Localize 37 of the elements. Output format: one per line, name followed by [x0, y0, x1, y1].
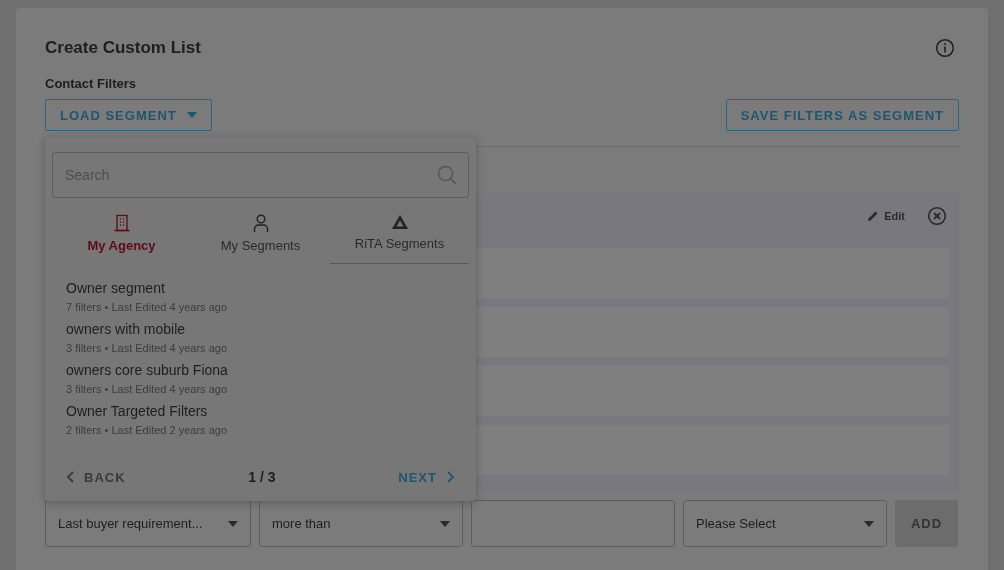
caret-icon — [228, 520, 238, 527]
segment-name: owners core suburb Fiona — [66, 362, 229, 378]
next-button[interactable]: NEXT — [398, 469, 455, 485]
pencil-icon — [867, 210, 880, 222]
caret-icon — [864, 520, 874, 527]
segment-item[interactable]: owners with mobile 3 filters • Last Edited 4 years ago — [66, 321, 455, 354]
unit-select[interactable]: Please Select — [683, 500, 887, 547]
building-icon — [112, 214, 131, 232]
load-segment-button[interactable]: LOAD SEGMENT — [45, 99, 212, 131]
segment-tab[interactable]: My Segments — [191, 214, 330, 264]
operator-select[interactable]: more than — [259, 500, 463, 547]
close-icon[interactable] — [927, 206, 947, 226]
segment-meta: 3 filters • Last Edited 4 years ago — [66, 383, 228, 395]
segment-item[interactable]: owners core suburb Fiona 3 filters • Last Edited 4 years ago — [66, 362, 455, 395]
segment-item[interactable]: Owner segment 7 filters • Last Edited 4 years ago — [66, 280, 455, 313]
search-icon — [437, 165, 457, 185]
save-segment-button[interactable]: SAVE FILTERS AS SEGMENT — [725, 99, 959, 131]
caret-icon — [186, 112, 197, 118]
value-input-field[interactable] — [471, 500, 675, 547]
segment-name: owners with mobile — [66, 321, 187, 337]
triangle-icon — [390, 214, 409, 230]
page-indicator: 1 / 3 — [248, 469, 276, 485]
chevron-left-icon — [66, 471, 74, 483]
person-icon — [251, 214, 270, 232]
edit-button[interactable]: Edit — [867, 210, 905, 222]
segment-name: Owner segment — [66, 280, 166, 296]
segment-tab[interactable]: My Agency — [52, 214, 191, 264]
caret-icon — [440, 520, 450, 527]
section-label: Contact Filters — [45, 76, 137, 91]
field-select[interactable]: Last buyer requirement... — [45, 500, 251, 547]
page-title: Create Custom List — [45, 38, 201, 58]
chevron-right-icon — [447, 471, 455, 483]
info-icon[interactable] — [935, 38, 955, 58]
segment-meta: 3 filters • Last Edited 4 years ago — [66, 342, 228, 354]
segment-meta: 7 filters • Last Edited 4 years ago — [66, 301, 228, 313]
segment-tab[interactable]: RiTA Segments — [330, 214, 469, 264]
segment-name: Owner Targeted Filters — [66, 403, 209, 419]
